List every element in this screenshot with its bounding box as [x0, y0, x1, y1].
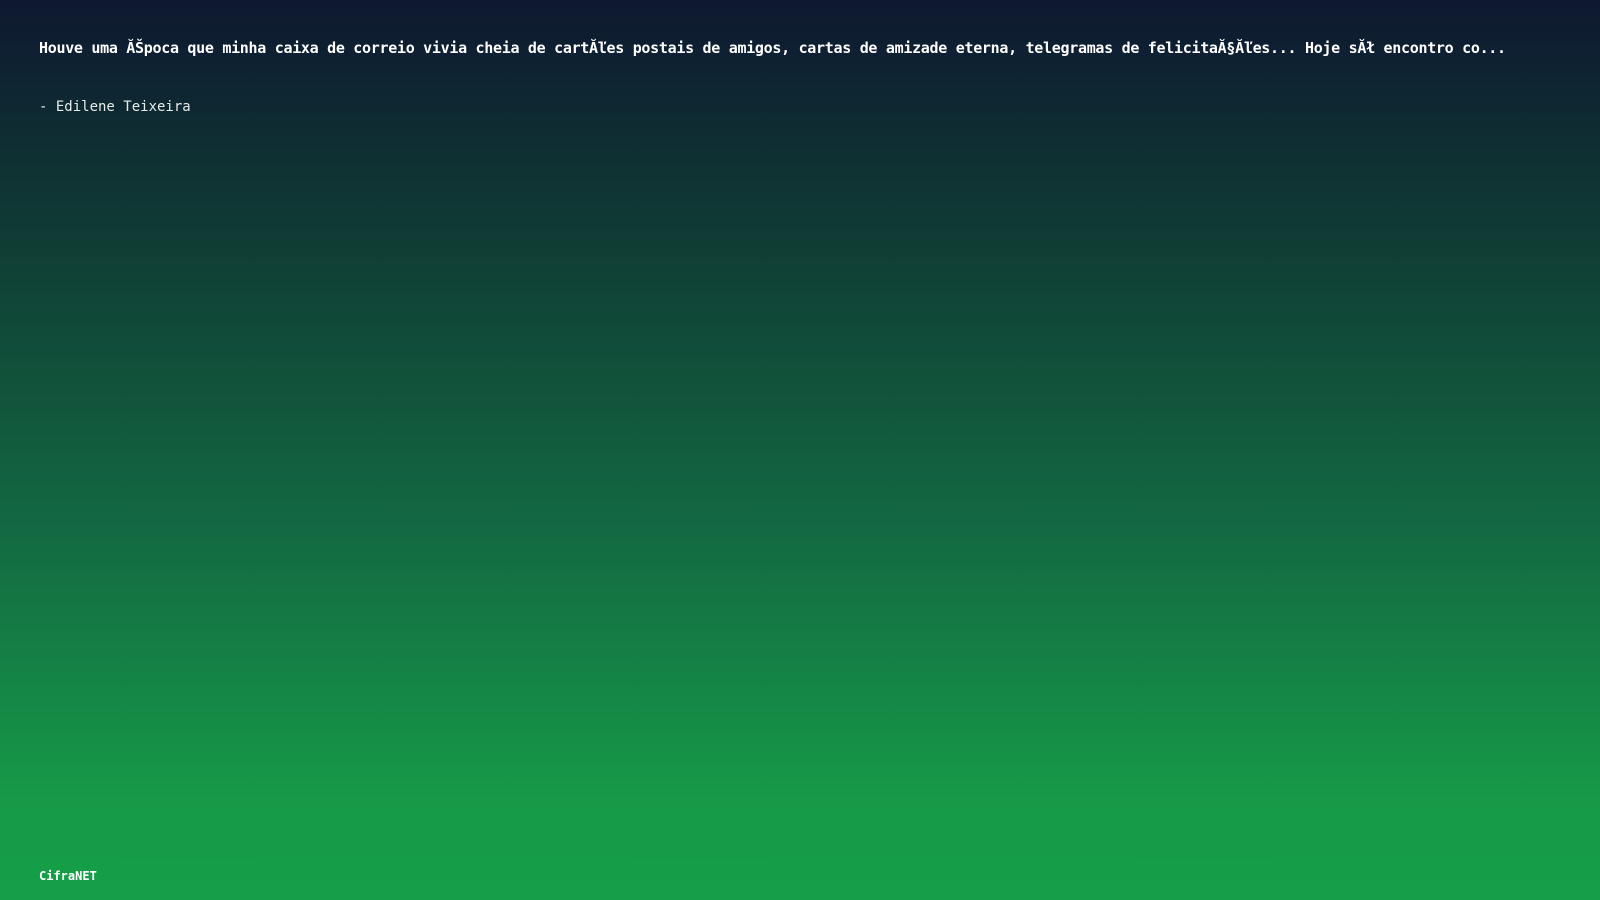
- quote-author: - Edilene Teixeira: [39, 99, 191, 115]
- quote-text: Houve uma ĂŠpoca que minha caixa de corr…: [39, 39, 1506, 57]
- brand-logo-text: CifraNET: [39, 869, 97, 883]
